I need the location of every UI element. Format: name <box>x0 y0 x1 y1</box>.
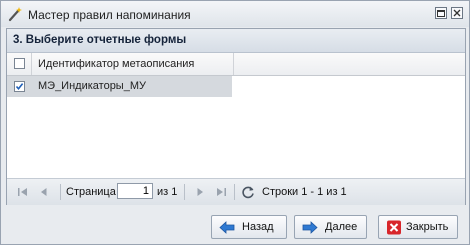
next-button-label: Далее <box>325 221 358 233</box>
close-button-label: Закрыть <box>406 221 449 233</box>
next-page-icon[interactable] <box>194 186 206 198</box>
table-row[interactable]: МЭ_Индикаторы_МУ <box>7 76 232 97</box>
restore-icon <box>437 10 445 17</box>
wizard-step-panel: 3. Выберите отчетные формы Идентификатор… <box>6 28 466 205</box>
paging-toolbar: Страница 1 из 1 Строки 1 - 1 из 1 <box>7 178 465 205</box>
step-header: 3. Выберите отчетные формы <box>7 29 465 53</box>
wizard-window: Мастер правил напоминания 3. Выберите от… <box>0 0 470 245</box>
toolbar-separator <box>184 184 185 200</box>
page-number-input[interactable]: 1 <box>117 183 153 199</box>
row-identifier: МЭ_Индикаторы_МУ <box>38 80 146 92</box>
last-page-icon[interactable] <box>215 186 227 198</box>
window-title: Мастер правил напоминания <box>28 8 191 22</box>
page-count-label: из 1 <box>157 186 178 198</box>
magic-wand-icon <box>8 7 22 22</box>
arrow-left-icon <box>219 221 235 234</box>
grid-header: Идентификатор метаописания <box>7 53 465 76</box>
row-checkbox[interactable] <box>14 81 25 92</box>
back-button-label: Назад <box>242 221 274 233</box>
toolbar-separator <box>234 184 235 200</box>
next-button[interactable]: Далее <box>294 215 367 239</box>
toolbar-separator <box>60 184 61 200</box>
title-bar[interactable]: Мастер правил напоминания <box>1 1 469 27</box>
column-divider <box>31 53 32 75</box>
rows-count-label: Строки 1 - 1 из 1 <box>262 186 347 198</box>
select-all-checkbox[interactable] <box>14 58 25 69</box>
close-button[interactable]: Закрыть <box>378 215 458 239</box>
close-red-icon <box>387 220 401 235</box>
column-divider <box>233 53 234 75</box>
step-title: 3. Выберите отчетные формы <box>13 34 187 46</box>
first-page-icon[interactable] <box>17 186 29 198</box>
back-button[interactable]: Назад <box>211 215 287 239</box>
checkmark-icon <box>15 83 24 91</box>
close-icon <box>453 9 461 17</box>
page-label: Страница <box>66 186 116 198</box>
restore-button[interactable] <box>435 7 447 19</box>
refresh-icon[interactable] <box>241 185 255 199</box>
close-window-button[interactable] <box>451 7 463 19</box>
column-header-identifier[interactable]: Идентификатор метаописания <box>38 58 194 70</box>
arrow-right-icon <box>302 221 318 234</box>
previous-page-icon[interactable] <box>38 186 50 198</box>
